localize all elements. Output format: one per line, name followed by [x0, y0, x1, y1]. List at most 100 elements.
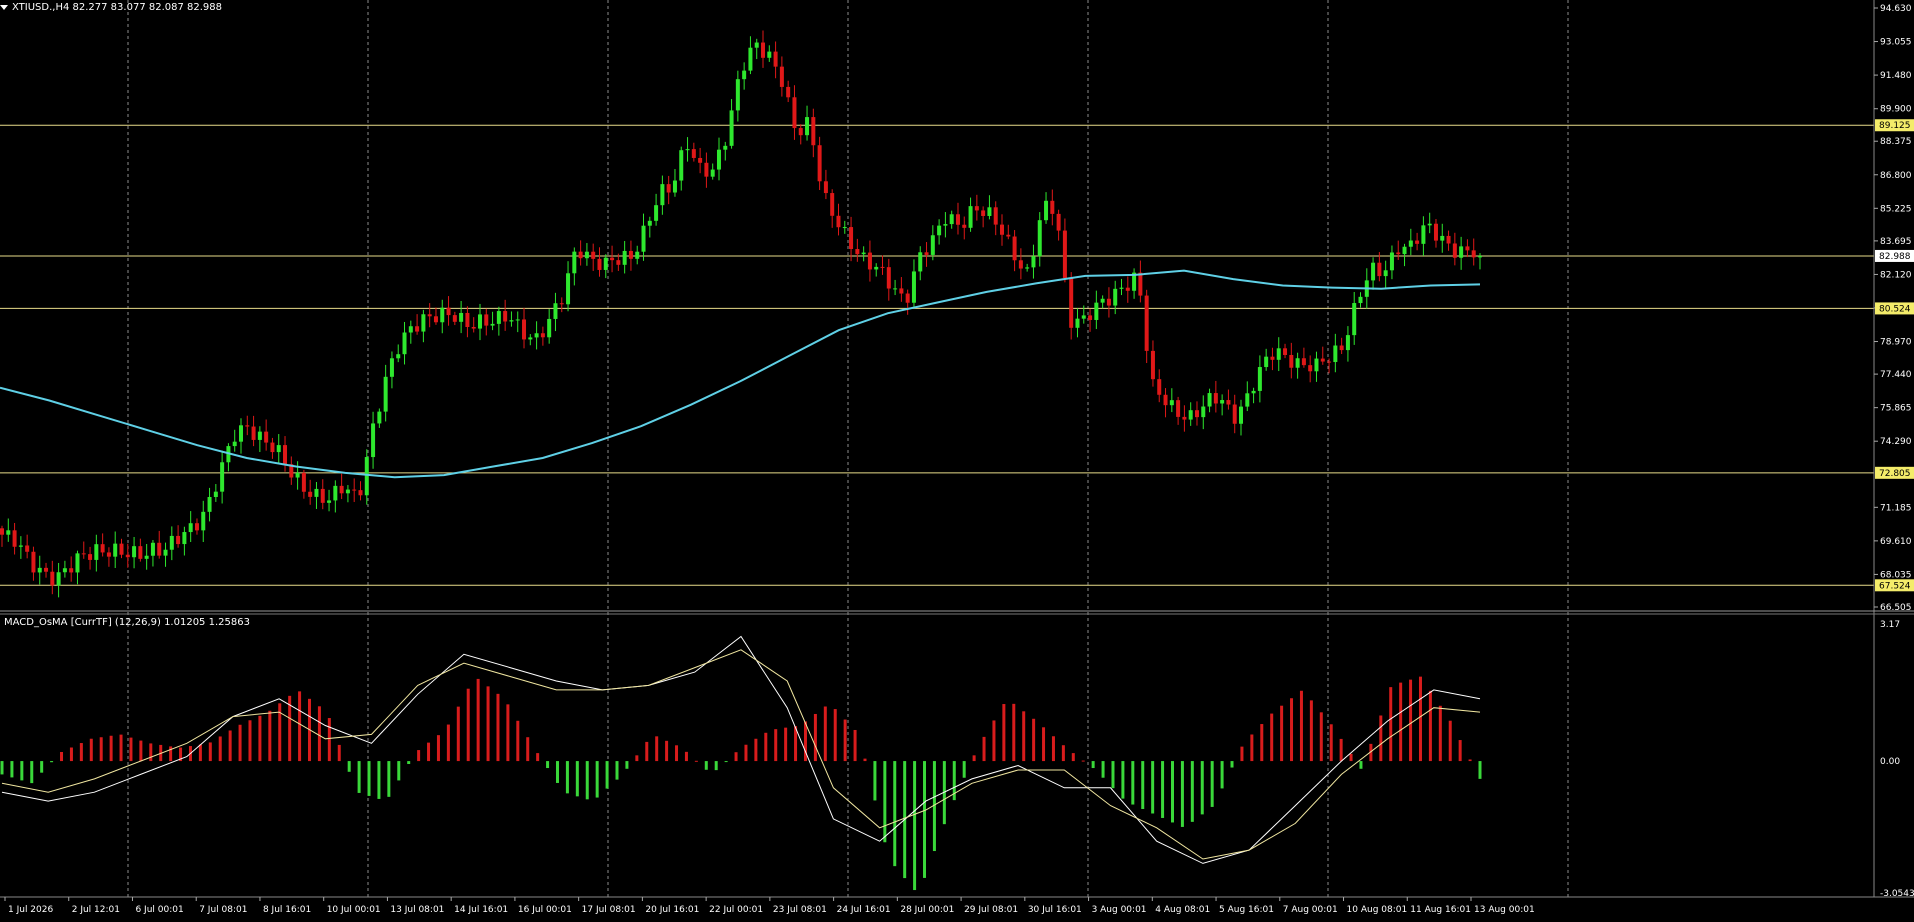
histogram-bar	[585, 761, 589, 800]
candle-body	[616, 260, 621, 265]
histogram-bar	[446, 724, 450, 762]
candle-body	[1207, 393, 1212, 407]
candle-body	[1194, 410, 1199, 418]
candle-body	[1427, 223, 1432, 226]
candle-body	[446, 307, 451, 316]
candle-body	[1327, 361, 1332, 363]
candle-body	[459, 312, 464, 322]
candle-body	[389, 358, 394, 377]
price-tick-label: 78.970	[1880, 338, 1912, 348]
macd-tick-label: 0.00	[1880, 757, 1900, 767]
candle-body	[1408, 240, 1413, 247]
histogram-bar	[248, 720, 252, 762]
histogram-bar	[89, 738, 93, 762]
candle-body	[1301, 358, 1306, 366]
candle-body	[270, 442, 275, 453]
histogram-bar	[1319, 712, 1323, 762]
histogram-bar	[268, 710, 272, 762]
histogram-bar	[1200, 761, 1204, 815]
histogram-bar	[436, 735, 440, 762]
candle-body	[1446, 235, 1451, 244]
candle-body	[471, 326, 476, 329]
candle-body	[150, 542, 155, 556]
candle-body	[62, 568, 67, 573]
price-tick-label: 74.290	[1880, 437, 1912, 447]
candle-body	[383, 376, 388, 412]
candle-body	[1220, 400, 1225, 404]
histogram-bar	[1389, 687, 1393, 762]
candle-body	[1000, 224, 1005, 235]
time-tick-label: 29 Jul 08:01	[964, 905, 1018, 915]
candle-body	[1081, 315, 1086, 319]
time-tick-label: 4 Aug 08:01	[1155, 905, 1210, 915]
candle-body	[968, 206, 973, 228]
candle-body	[1031, 256, 1036, 268]
candle-body	[1295, 358, 1300, 368]
candle-body	[1471, 250, 1476, 258]
histogram-bar	[496, 693, 500, 762]
candle-body	[1276, 348, 1281, 360]
histogram-bar	[1250, 734, 1254, 762]
histogram-bar	[228, 730, 232, 762]
candle-body	[345, 489, 350, 494]
candle-body	[465, 312, 470, 327]
histogram-bar	[1220, 761, 1224, 789]
histogram-bar	[1051, 736, 1055, 762]
histogram-bar	[635, 755, 639, 762]
histogram-bar	[1270, 713, 1274, 762]
candle-body	[371, 423, 376, 458]
price-tick-label: 86.800	[1880, 171, 1912, 181]
histogram-bar	[506, 704, 510, 762]
price-tick-label: 89.900	[1880, 105, 1912, 115]
candle-body	[1377, 262, 1382, 277]
candle-body	[1050, 200, 1055, 214]
candle-body	[993, 207, 998, 225]
histogram-bar	[1280, 705, 1284, 762]
candle-body	[176, 535, 181, 545]
price-tag-label: 82.988	[1879, 252, 1911, 262]
histogram-bar	[1240, 746, 1244, 762]
time-tick-label: 13 Jul 08:01	[390, 905, 444, 915]
histogram-bar	[99, 737, 103, 762]
histogram-bar	[734, 752, 738, 762]
candle-body	[377, 411, 382, 424]
candle-body	[1150, 350, 1155, 380]
histogram-bar	[1091, 761, 1095, 769]
candle-body	[496, 311, 501, 324]
histogram-bar	[476, 678, 480, 762]
candle-body	[698, 157, 703, 163]
candle-body	[1088, 315, 1093, 320]
price-tag-label: 72.805	[1879, 469, 1911, 479]
histogram-bar	[109, 735, 113, 762]
candle-body	[647, 220, 652, 226]
time-tick-label: 23 Jul 08:01	[773, 905, 827, 915]
price-tick-label: 69.610	[1880, 537, 1912, 547]
histogram-bar	[1458, 740, 1462, 762]
candle-body	[1459, 246, 1464, 258]
candle-body	[1339, 345, 1344, 351]
time-tick-label: 16 Jul 00:01	[518, 905, 572, 915]
candle-body	[522, 319, 527, 340]
time-tick-label: 7 Jul 08:01	[199, 905, 247, 915]
histogram-bar	[774, 729, 778, 762]
candle-body	[666, 184, 671, 193]
candle-body	[811, 117, 816, 146]
candle-body	[1188, 410, 1193, 420]
candle-body	[1113, 288, 1118, 306]
histogram-bar	[982, 736, 986, 762]
candle-body	[1478, 255, 1482, 258]
trading-chart[interactable]: 94.630 93.055 91.480 89.900 88.375 86.800 85.2…	[0, 0, 1914, 922]
candle-body	[503, 311, 508, 322]
candle-body	[1100, 298, 1105, 303]
price-tag-label: 80.524	[1879, 304, 1911, 314]
candle-body	[1452, 243, 1457, 258]
candle-body	[974, 206, 979, 211]
histogram-bar	[992, 720, 996, 762]
histogram-bar	[764, 732, 768, 762]
histogram-bar	[526, 737, 530, 762]
candle-body	[742, 70, 747, 80]
candle-body	[849, 227, 854, 250]
histogram-bar	[1061, 745, 1065, 762]
histogram-bar	[1339, 738, 1343, 762]
histogram-bar	[417, 750, 421, 762]
